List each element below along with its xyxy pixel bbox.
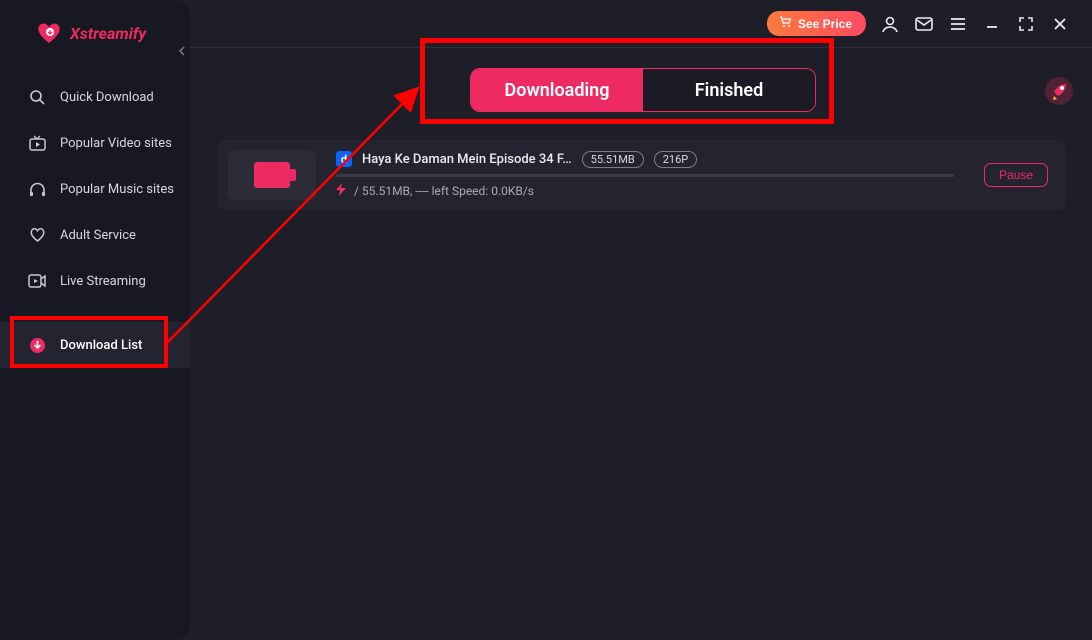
quality-pill: 216P — [654, 151, 698, 168]
mail-icon[interactable] — [914, 14, 934, 34]
brand-logo-icon — [36, 22, 62, 44]
video-site-icon — [28, 134, 46, 152]
fullscreen-icon[interactable] — [1016, 14, 1036, 34]
minimize-icon[interactable] — [982, 14, 1002, 34]
heart-icon — [28, 226, 46, 244]
size-pill: 55.51MB — [582, 151, 644, 168]
sidebar-item-label: Popular Video sites — [60, 136, 172, 151]
headphones-icon — [28, 180, 46, 198]
sidebar-item-popular-video[interactable]: Popular Video sites — [0, 120, 190, 166]
rocket-icon[interactable] — [1044, 76, 1074, 106]
live-icon — [28, 272, 46, 290]
progress-bar — [336, 174, 954, 177]
video-placeholder-icon — [254, 162, 290, 188]
download-thumbnail — [228, 150, 316, 200]
annotation-tabs-highlight — [420, 38, 834, 124]
download-status-text: / 55.51MB, ---- left Speed: 0.0KB/s — [354, 184, 534, 198]
collapse-sidebar-button[interactable] — [176, 44, 190, 58]
sidebar-item-quick-download[interactable]: Quick Download — [0, 74, 190, 120]
sidebar-item-label: Popular Music sites — [60, 182, 174, 197]
search-icon — [28, 88, 46, 106]
download-status-row: / 55.51MB, ---- left Speed: 0.0KB/s — [336, 183, 970, 200]
speed-bolt-icon — [336, 183, 346, 200]
sidebar-item-popular-music[interactable]: Popular Music sites — [0, 166, 190, 212]
download-item: d Haya Ke Daman Mein Episode 34 F… 55.51… — [218, 140, 1066, 210]
sidebar-item-label: Live Streaming — [60, 274, 146, 289]
annotation-download-list-highlight — [10, 316, 168, 368]
sidebar-item-label: Quick Download — [60, 90, 154, 105]
account-icon[interactable] — [880, 14, 900, 34]
sidebar-item-label: Adult Service — [60, 228, 136, 243]
source-badge: d — [336, 151, 352, 167]
close-icon[interactable] — [1050, 14, 1070, 34]
see-price-label: See Price — [798, 17, 852, 31]
see-price-button[interactable]: See Price — [767, 11, 866, 36]
cart-icon — [779, 16, 792, 31]
sidebar-item-live-streaming[interactable]: Live Streaming — [0, 258, 190, 304]
sidebar-item-adult-service[interactable]: Adult Service — [0, 212, 190, 258]
download-header-row: d Haya Ke Daman Mein Episode 34 F… 55.51… — [336, 151, 970, 168]
brand: Xstreamify — [0, 0, 190, 44]
download-body: d Haya Ke Daman Mein Episode 34 F… 55.51… — [316, 151, 984, 200]
annotation-arrow — [158, 76, 426, 352]
pause-button[interactable]: Pause — [984, 163, 1048, 187]
menu-icon[interactable] — [948, 14, 968, 34]
brand-name: Xstreamify — [70, 24, 146, 43]
download-title: Haya Ke Daman Mein Episode 34 F… — [362, 152, 572, 167]
